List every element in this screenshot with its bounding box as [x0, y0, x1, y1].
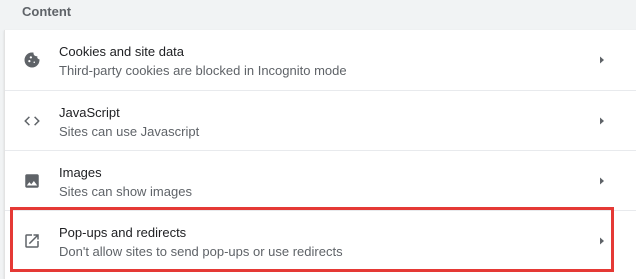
- setting-description: Sites can show images: [59, 184, 192, 199]
- setting-row-javascript[interactable]: JavaScript Sites can use Javascript: [5, 90, 636, 150]
- setting-row-images[interactable]: Images Sites can show images: [5, 150, 636, 210]
- setting-description: Don't allow sites to send pop-ups or use…: [59, 244, 343, 259]
- code-brackets-icon: [23, 112, 41, 130]
- open-in-new-icon: [23, 232, 41, 250]
- setting-label: Pop-ups and redirects: [59, 225, 187, 240]
- setting-description: Third-party cookies are blocked in Incog…: [59, 63, 347, 78]
- chevron-right-icon: [597, 236, 607, 246]
- chevron-right-icon: [597, 176, 607, 186]
- chevron-right-icon: [597, 55, 607, 65]
- setting-label: Cookies and site data: [59, 44, 185, 59]
- cookie-icon: [23, 51, 41, 69]
- setting-description: Sites can use Javascript: [59, 124, 200, 139]
- chevron-right-icon: [597, 116, 607, 126]
- image-icon: [23, 172, 41, 190]
- content-settings-card: Cookies and site data Third-party cookie…: [4, 30, 636, 279]
- setting-row-cookies[interactable]: Cookies and site data Third-party cookie…: [5, 30, 636, 90]
- setting-label: JavaScript: [59, 105, 120, 120]
- setting-label: Images: [59, 165, 102, 180]
- setting-row-popups[interactable]: Pop-ups and redirects Don't allow sites …: [5, 210, 636, 270]
- section-title: Content: [22, 4, 72, 19]
